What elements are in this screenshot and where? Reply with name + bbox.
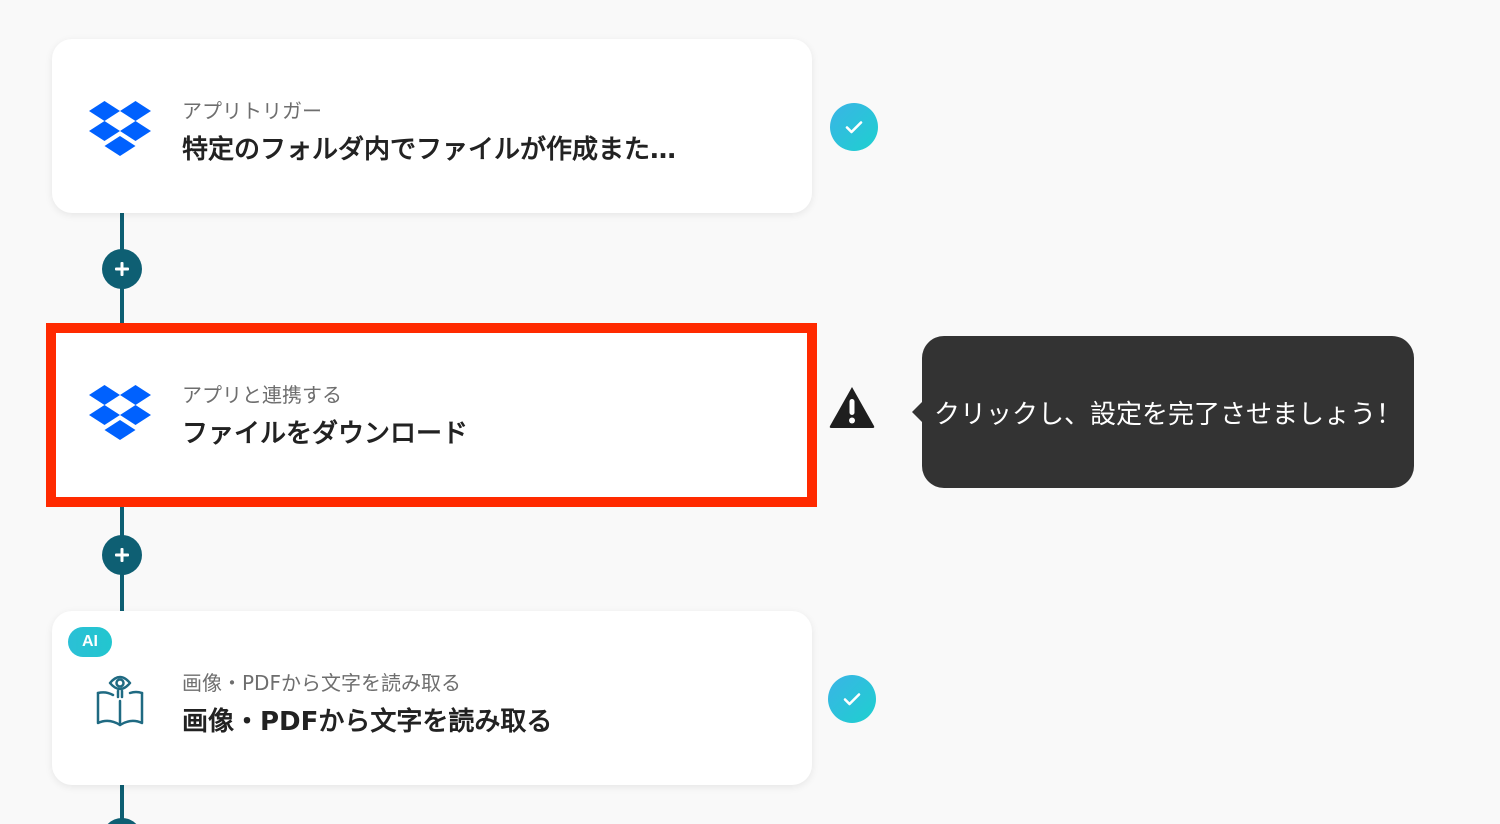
- add-step-button[interactable]: [102, 818, 142, 824]
- step-type-label: アプリと連携する: [182, 383, 342, 407]
- step-title: 特定のフォルダ内でファイルが作成また…: [182, 135, 677, 165]
- setup-tooltip: クリックし、設定を完了させましょう！: [912, 336, 1414, 488]
- add-step-button[interactable]: [102, 535, 142, 575]
- flow-canvas: アプリトリガー 特定のフォルダ内でファイルが作成また… アプリと連携する ファイ…: [0, 0, 1500, 824]
- book-eye-icon: [88, 669, 152, 733]
- step-type-label: 画像・PDFから文字を読み取る: [182, 671, 461, 695]
- check-icon: [830, 103, 878, 151]
- step-title: 画像・PDFから文字を読み取る: [182, 707, 553, 737]
- flow-step-card-ocr[interactable]: AI 画像・PDFから文字を読み取る 画像・PDFから文字を読み取る: [52, 611, 812, 785]
- plus-icon: [115, 548, 129, 562]
- plus-icon: [115, 262, 129, 276]
- step-title: ファイルをダウンロード: [182, 419, 469, 449]
- flow-step-card-trigger[interactable]: アプリトリガー 特定のフォルダ内でファイルが作成また…: [52, 39, 812, 213]
- warning-icon: [829, 387, 875, 428]
- add-step-button[interactable]: [102, 249, 142, 289]
- flow-step-card-download[interactable]: アプリと連携する ファイルをダウンロード: [46, 323, 817, 507]
- check-icon: [828, 675, 876, 723]
- ai-badge: AI: [68, 627, 112, 657]
- step-type-label: アプリトリガー: [182, 99, 322, 123]
- dropbox-icon: [88, 97, 152, 161]
- dropbox-icon: [88, 381, 152, 445]
- tooltip-text: クリックし、設定を完了させましょう！: [934, 399, 1403, 430]
